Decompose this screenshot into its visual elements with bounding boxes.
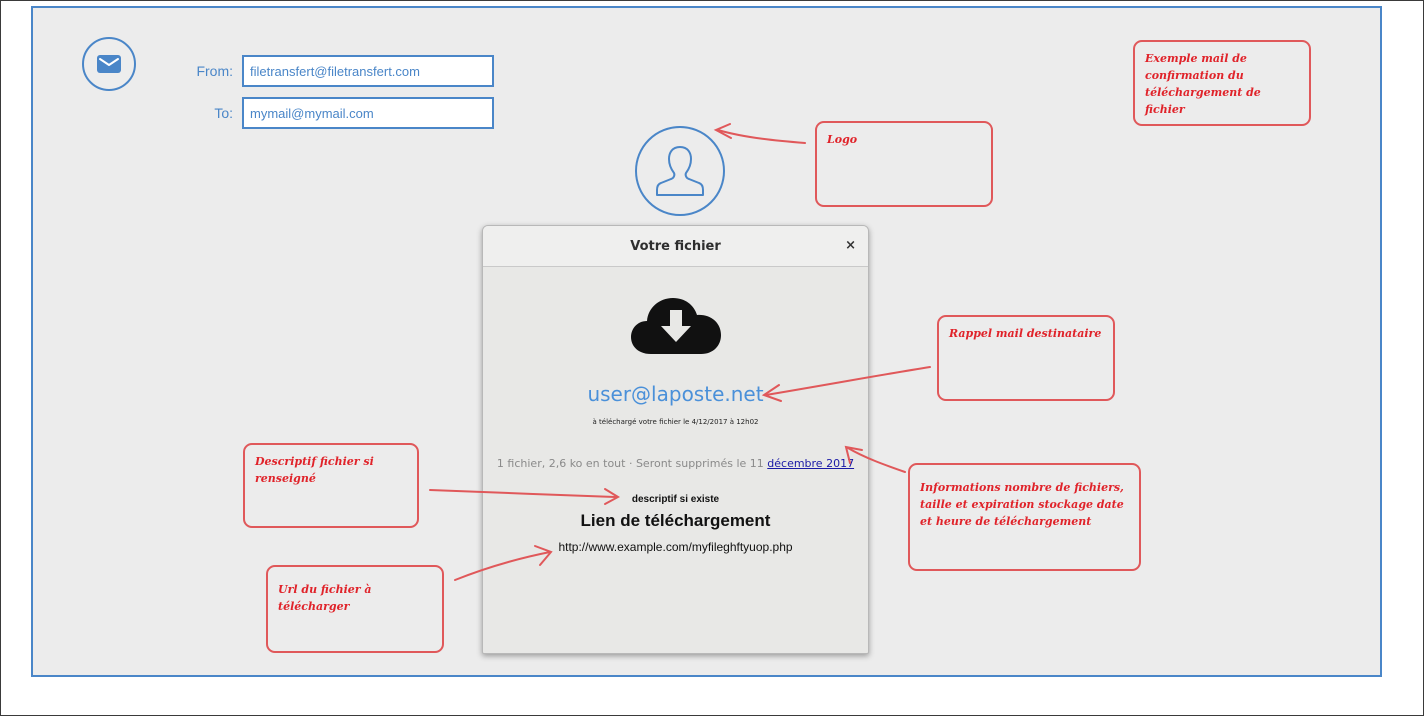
dialog-header: Votre fichier × (483, 226, 868, 267)
download-link-title: Lien de téléchargement (580, 511, 771, 530)
user-icon (656, 146, 704, 196)
to-label: To: (214, 105, 233, 121)
download-url[interactable]: http://www.example.com/myfileghftyuop.ph… (483, 540, 868, 554)
file-description: descriptif si existe (631, 494, 720, 505)
from-field[interactable] (242, 55, 494, 87)
logo-user-icon (635, 126, 725, 216)
note-recipient-reminder: Rappel mail destinataire (937, 315, 1115, 401)
to-field[interactable] (242, 97, 494, 129)
note-example: Exemple mail de confirmation du téléchar… (1133, 40, 1311, 126)
cloud-download-icon[interactable] (629, 292, 723, 356)
uploaded-text: à téléchargé votre fichier le 4/12/2017 … (592, 418, 759, 426)
expiry-date-link[interactable]: décembre 2017 (767, 457, 854, 470)
note-description: Descriptif fichier si renseigné (243, 443, 419, 528)
file-info: 1 fichier, 2,6 ko en tout · Seront suppr… (483, 457, 868, 470)
file-info-text: 1 fichier, 2,6 ko en tout · Seront suppr… (496, 457, 768, 470)
recipient-email: user@laposte.net (587, 382, 764, 406)
note-url: Url du fichier à télécharger (266, 565, 444, 653)
note-info: Informations nombre de fichiers, taille … (908, 463, 1141, 571)
file-dialog: Votre fichier × user@laposte.net à téléc… (482, 225, 869, 654)
from-label: From: (196, 63, 233, 79)
close-icon[interactable]: × (845, 238, 856, 253)
note-logo: Logo (815, 121, 993, 207)
dialog-title: Votre fichier (630, 238, 721, 254)
mail-icon[interactable] (82, 37, 136, 91)
